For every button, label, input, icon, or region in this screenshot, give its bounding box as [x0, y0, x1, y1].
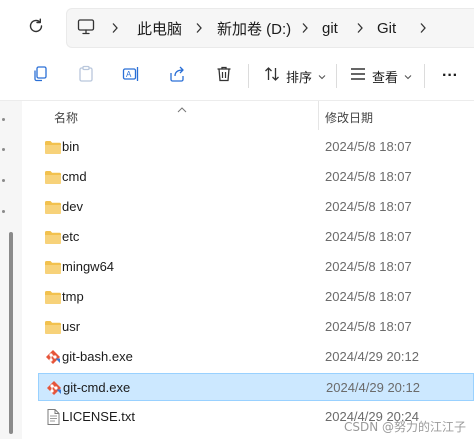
share-icon [168, 65, 186, 88]
folder-icon [44, 289, 62, 305]
file-name: mingw64 [62, 259, 115, 274]
view-button[interactable]: 查看 [350, 62, 412, 90]
file-row[interactable]: dev 2024/5/8 18:07 [38, 193, 474, 221]
share-button[interactable] [165, 62, 189, 90]
file-modified-date: 2024/5/8 18:07 [325, 199, 412, 214]
sort-icon [264, 66, 280, 87]
chevron-right-icon[interactable] [111, 9, 119, 47]
folder-icon [44, 229, 62, 245]
folder-icon [44, 169, 62, 185]
column-modified[interactable]: 修改日期 [325, 109, 373, 126]
chevron-right-icon[interactable] [301, 9, 309, 47]
file-modified-date: 2024/5/8 18:07 [325, 259, 412, 274]
nav-dot [2, 210, 5, 213]
file-row[interactable]: tmp 2024/5/8 18:07 [38, 283, 474, 311]
copy-icon [31, 65, 49, 88]
rename-icon: A [122, 65, 140, 88]
toolbar-divider [336, 64, 337, 88]
column-name[interactable]: 名称 [54, 109, 78, 126]
rename-button[interactable]: A [119, 62, 143, 90]
file-explorer-window: 此电脑 新加卷 (D:) git Git A 排序 查看 ··· 名称 修改日期… [0, 0, 474, 439]
file-row[interactable]: cmd 2024/5/8 18:07 [38, 163, 474, 191]
nav-dot [2, 118, 5, 121]
file-row[interactable]: bin 2024/5/8 18:07 [38, 133, 474, 161]
paste-button[interactable] [74, 62, 98, 90]
delete-button[interactable] [212, 62, 236, 90]
folder-icon [44, 319, 62, 335]
file-modified-date: 2024/5/8 18:07 [325, 139, 412, 154]
file-row[interactable]: mingw64 2024/5/8 18:07 [38, 253, 474, 281]
file-row[interactable]: etc 2024/5/8 18:07 [38, 223, 474, 251]
toolbar-divider [424, 64, 425, 88]
file-name: cmd [62, 169, 87, 184]
chevron-right-icon[interactable] [195, 9, 203, 47]
file-name: usr [62, 319, 81, 334]
svg-text:A: A [126, 70, 132, 79]
file-name: bin [62, 139, 80, 154]
file-name: dev [62, 199, 83, 214]
watermark: CSDN @努力的江江子 [343, 420, 466, 434]
breadcrumb-git-folder[interactable]: Git [377, 9, 396, 47]
git-icon [44, 349, 62, 365]
git-icon [45, 380, 63, 396]
nav-dot [2, 179, 5, 182]
file-name: git-bash.exe [62, 349, 133, 364]
command-bar: A 排序 查看 ··· [0, 52, 474, 101]
folder-icon [44, 199, 62, 215]
sort-ascending-icon [177, 100, 187, 118]
more-options-button[interactable]: ··· [436, 62, 464, 90]
computer-icon [77, 19, 95, 40]
breadcrumb-git[interactable]: git [322, 9, 338, 47]
file-name: LICENSE.txt [62, 409, 135, 424]
address-bar[interactable]: 此电脑 新加卷 (D:) git Git [66, 8, 474, 48]
folder-icon [44, 259, 62, 275]
file-name: tmp [62, 289, 84, 304]
more-options-label: ··· [442, 67, 458, 84]
file-modified-date: 2024/4/29 20:12 [325, 349, 419, 364]
column-header: 名称 修改日期 [22, 101, 474, 130]
file-row-selected[interactable]: git-cmd.exe 2024/4/29 20:12 [38, 373, 474, 401]
copy-button[interactable] [28, 62, 52, 90]
text-file-icon [44, 409, 62, 425]
navigation-scrollbar[interactable] [9, 232, 13, 434]
address-row: 此电脑 新加卷 (D:) git Git [0, 0, 474, 52]
breadcrumb-drive-d[interactable]: 新加卷 (D:) [217, 9, 291, 47]
sort-label: 排序 [285, 69, 312, 85]
sort-button[interactable]: 排序 [262, 62, 328, 90]
file-modified-date: 2024/5/8 18:07 [325, 319, 412, 334]
delete-icon [215, 65, 233, 88]
chevron-right-icon[interactable] [356, 9, 364, 47]
refresh-icon[interactable] [24, 14, 48, 38]
file-name: etc [62, 229, 80, 244]
view-label: 查看 [372, 69, 399, 85]
file-modified-date: 2024/5/8 18:07 [325, 169, 412, 184]
chevron-down-icon [404, 67, 412, 85]
nav-dot [2, 148, 5, 151]
folder-icon [44, 139, 62, 155]
file-name: git-cmd.exe [63, 380, 131, 395]
toolbar-divider [248, 64, 249, 88]
view-icon [350, 67, 366, 86]
file-modified-date: 2024/4/29 20:12 [326, 380, 420, 395]
paste-icon [77, 65, 95, 88]
chevron-right-icon[interactable] [419, 9, 427, 47]
file-row[interactable]: git-bash.exe 2024/4/29 20:12 [38, 343, 474, 371]
chevron-down-icon [318, 67, 326, 85]
file-row[interactable]: usr 2024/5/8 18:07 [38, 313, 474, 341]
file-modified-date: 2024/5/8 18:07 [325, 229, 412, 244]
column-divider[interactable] [318, 101, 319, 130]
file-modified-date: 2024/5/8 18:07 [325, 289, 412, 304]
breadcrumb-this-pc[interactable]: 此电脑 [137, 9, 182, 47]
